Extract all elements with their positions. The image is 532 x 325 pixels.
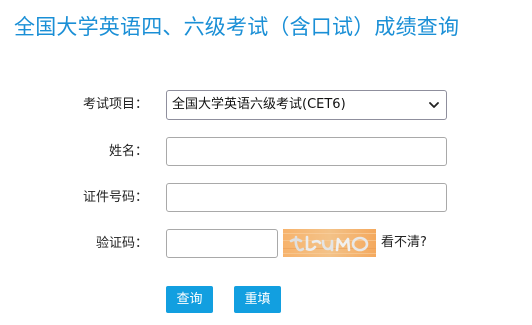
captcha-label: 验证码：	[95, 236, 148, 251]
exam-label: 考试项目：	[82, 97, 148, 112]
captcha-input[interactable]	[166, 229, 278, 258]
captcha-refresh-link[interactable]: 看不清?	[381, 235, 427, 251]
id-number-label: 证件号码：	[82, 190, 148, 205]
id-number-input[interactable]	[166, 183, 447, 212]
page-title: 全国大学英语四、六级考试（含口试）成绩查询	[14, 15, 460, 39]
exam-select[interactable]: 全国大学英语六级考试(CET6)	[166, 90, 447, 120]
name-label: 姓名：	[108, 144, 148, 159]
score-query-page: 全国大学英语四、六级考试（含口试）成绩查询 考试项目： 全国大学英语六级考试(C…	[0, 0, 532, 325]
reset-button[interactable]: 重填	[234, 286, 281, 313]
chevron-down-icon	[429, 102, 439, 108]
query-button[interactable]: 查询	[166, 286, 213, 313]
captcha-image[interactable]	[283, 229, 376, 257]
name-input[interactable]	[166, 137, 447, 166]
exam-select-value: 全国大学英语六级考试(CET6)	[172, 97, 346, 112]
